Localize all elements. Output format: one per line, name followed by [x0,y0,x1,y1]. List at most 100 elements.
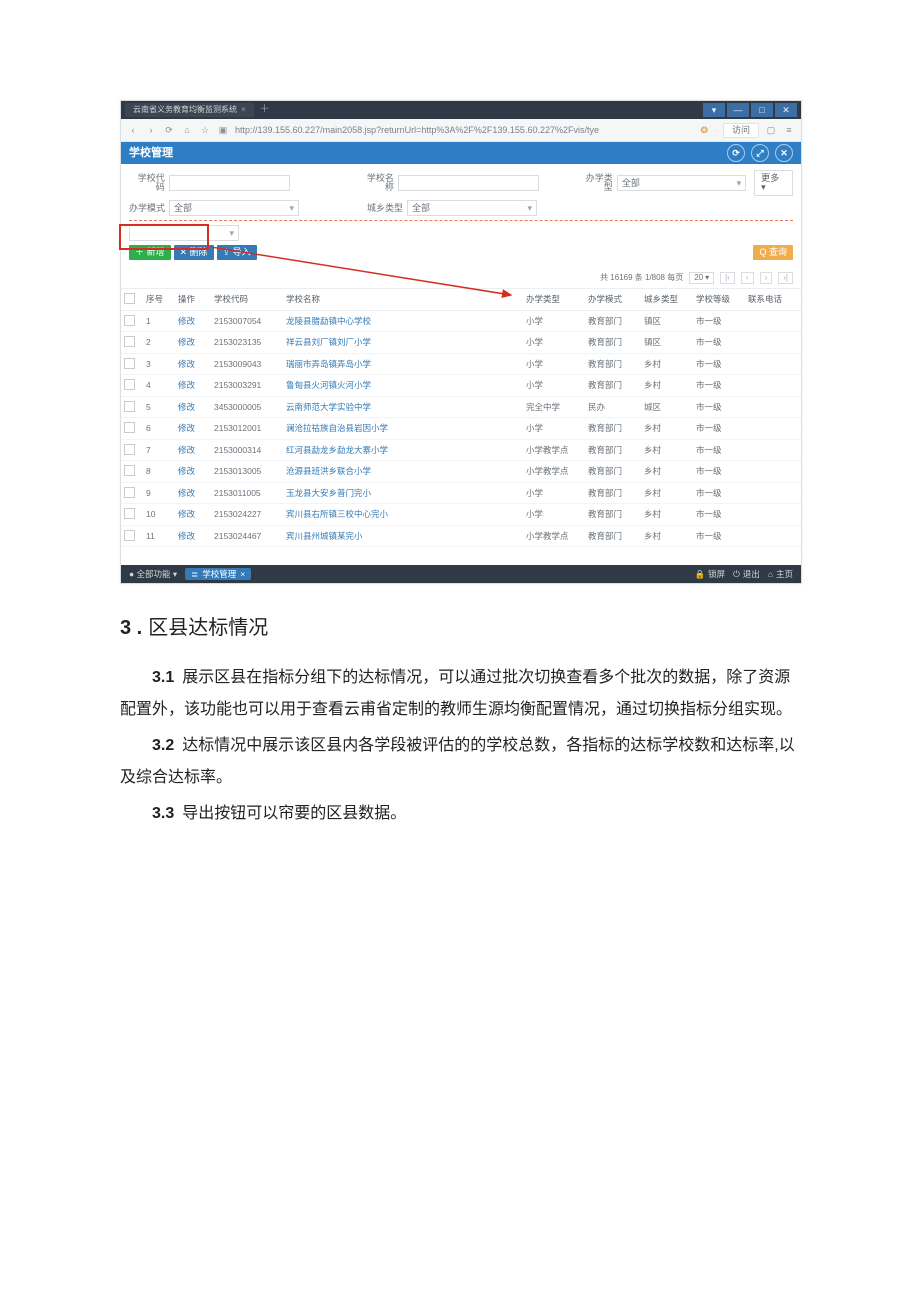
cell-area: 乡村 [641,461,693,483]
row-checkbox[interactable] [124,465,135,476]
school-link[interactable]: 龙陵县腊勐镇中心学校 [286,316,371,326]
pager-last[interactable]: ›| [778,272,793,284]
row-checkbox[interactable] [124,336,135,347]
panel-refresh-icon[interactable]: ⟳ [727,144,745,162]
row-checkbox[interactable] [124,401,135,412]
compass-icon[interactable]: ❂ [700,126,708,135]
cell-mode: 民办 [585,396,641,418]
cell-area: 乡村 [641,504,693,526]
row-checkbox[interactable] [124,358,135,369]
address-url[interactable]: http://139.155.60.227/main2058.jsp?retur… [235,126,694,135]
search-button[interactable]: Q 查询 [753,245,793,260]
school-link[interactable]: 玉龙县大安乡普门完小 [286,488,371,498]
tab-close-icon[interactable]: × [241,106,246,114]
nav-star-icon[interactable]: ☆ [199,126,211,135]
address-action-button[interactable]: 访问 [723,123,759,138]
school-link[interactable]: 宾川县右所镇三校中心完小 [286,509,388,519]
browser-tab-title: 云南省义务教育均衡监测系统 [133,106,237,114]
paragraph: 3.1展示区县在指标分组下的达标情况，可以通过批次切换查看多个批次的数据，除了资… [120,662,800,726]
window-close-icon[interactable]: ✕ [775,103,797,117]
filter-select-extra[interactable]: ▾ [129,225,239,241]
edit-link[interactable]: 修改 [178,531,195,541]
browser-tab[interactable]: 云南省义务教育均衡监测系统 × [125,103,254,117]
window-minimize-icon[interactable]: — [727,103,749,117]
filter-more-button[interactable]: 更多 ▾ [754,170,793,196]
cell-level: 市一级 [693,310,745,332]
school-link[interactable]: 云南师范大学实验中学 [286,402,371,412]
table-row: 8修改2153013005沧源县班洪乡联合小学小学教学点教育部门乡村市一级 [121,461,801,483]
school-link[interactable]: 瑞丽市弄岛镇弄岛小学 [286,359,371,369]
school-link[interactable]: 沧源县班洪乡联合小学 [286,466,371,476]
nav-home-icon[interactable]: ⌂ [181,126,193,135]
school-link[interactable]: 鲁甸县火河镇火河小学 [286,380,371,390]
row-checkbox[interactable] [124,315,135,326]
status-lock[interactable]: 🔒锁屏 [694,570,725,579]
checkbox-all[interactable] [124,293,135,304]
status-lock-label: 锁屏 [708,570,725,579]
row-checkbox[interactable] [124,444,135,455]
filter-select-stage[interactable]: 全部▾ [617,175,746,191]
cell-phone [745,375,801,397]
school-table: 序号 操作 学校代码 学校名称 办学类型 办学模式 城乡类型 学校等级 联系电话… [121,288,801,547]
school-link[interactable]: 宾川县州城镇某完小 [286,531,363,541]
edit-link[interactable]: 修改 [178,488,195,498]
nav-screenshot-icon[interactable]: ▣ [217,126,229,135]
paragraph-text: 导出按钮可以帘要的区县数据。 [182,805,406,822]
pager-prev[interactable]: ‹ [741,272,754,284]
status-home[interactable]: ⌂主页 [768,570,793,579]
school-link[interactable]: 红河县勐龙乡勐龙大寨小学 [286,445,388,455]
row-checkbox[interactable] [124,379,135,390]
edit-link[interactable]: 修改 [178,380,195,390]
import-button[interactable]: ⇪ 导入 [217,245,257,260]
panel-close-icon[interactable]: ✕ [775,144,793,162]
status-logout[interactable]: ⏻退出 [733,570,760,579]
table-row: 4修改2153003291鲁甸县火河镇火河小学小学教育部门乡村市一级 [121,375,801,397]
row-checkbox[interactable] [124,508,135,519]
row-checkbox[interactable] [124,422,135,433]
edit-link[interactable]: 修改 [178,509,195,519]
filter-input-name[interactable] [398,175,539,191]
tab-add-icon[interactable]: ＋ [258,103,272,117]
cell-area: 乡村 [641,439,693,461]
edit-link[interactable]: 修改 [178,423,195,433]
panel-title: 学校管理 [129,148,173,159]
status-current-tab[interactable]: ≣ 学校管理 × [185,568,251,581]
edit-link[interactable]: 修改 [178,359,195,369]
delete-button[interactable]: ✕ 删除 [174,245,214,260]
pager-summary: 共 16169 条 1/808 每页 [600,274,683,282]
nav-back-icon[interactable]: ‹ [127,126,139,135]
edit-link[interactable]: 修改 [178,445,195,455]
cell-phone [745,418,801,440]
filter-select-mode[interactable]: 全部▾ [169,200,299,216]
pager-next[interactable]: › [760,272,773,284]
panel-fullscreen-icon[interactable]: ⤢ [751,144,769,162]
document-body: 3 . 区县达标情况 3.1展示区县在指标分组下的达标情况，可以通过批次切换查看… [120,608,800,830]
pager-size-select[interactable]: 20▾ [689,272,714,284]
nav-reload-icon[interactable]: ⟳ [163,126,175,135]
row-checkbox[interactable] [124,530,135,541]
paragraph: 3.2达标情况中展示该区县内各学段被评估的的学校总数，各指标的达标学校数和达标率… [120,730,800,794]
school-link[interactable]: 澜沧拉祜族自治县岩因小学 [286,423,388,433]
edit-link[interactable]: 修改 [178,337,195,347]
school-link[interactable]: 祥云县刘厂镇刘厂小学 [286,337,371,347]
filter-input-code[interactable] [169,175,290,191]
status-all-closed[interactable]: ● 全部功能 ▾ [129,570,177,579]
sub-number: 3.1 [152,669,174,686]
status-tab-close-icon[interactable]: × [240,570,245,579]
menu-icon[interactable]: ≡ [783,126,795,135]
window-dropdown-icon[interactable]: ▾ [703,103,725,117]
nav-forward-icon[interactable]: › [145,126,157,135]
edit-link[interactable]: 修改 [178,316,195,326]
filter-select-area[interactable]: 全部▾ [407,200,537,216]
filter-label-stage: 办学类型 [577,174,613,192]
pager-first[interactable]: |‹ [720,272,735,284]
add-button[interactable]: ＋ 新增 [129,245,171,260]
row-checkbox[interactable] [124,487,135,498]
cell-phone [745,482,801,504]
edit-link[interactable]: 修改 [178,466,195,476]
paragraph-text: 展示区县在指标分组下的达标情况，可以通过批次切换查看多个批次的数据，除了资源配置… [120,669,792,718]
edit-link[interactable]: 修改 [178,402,195,412]
window-maximize-icon[interactable]: □ [751,103,773,117]
cell-stage: 完全中学 [523,396,585,418]
bookmark-toggle-icon[interactable]: ▢ [765,126,777,135]
